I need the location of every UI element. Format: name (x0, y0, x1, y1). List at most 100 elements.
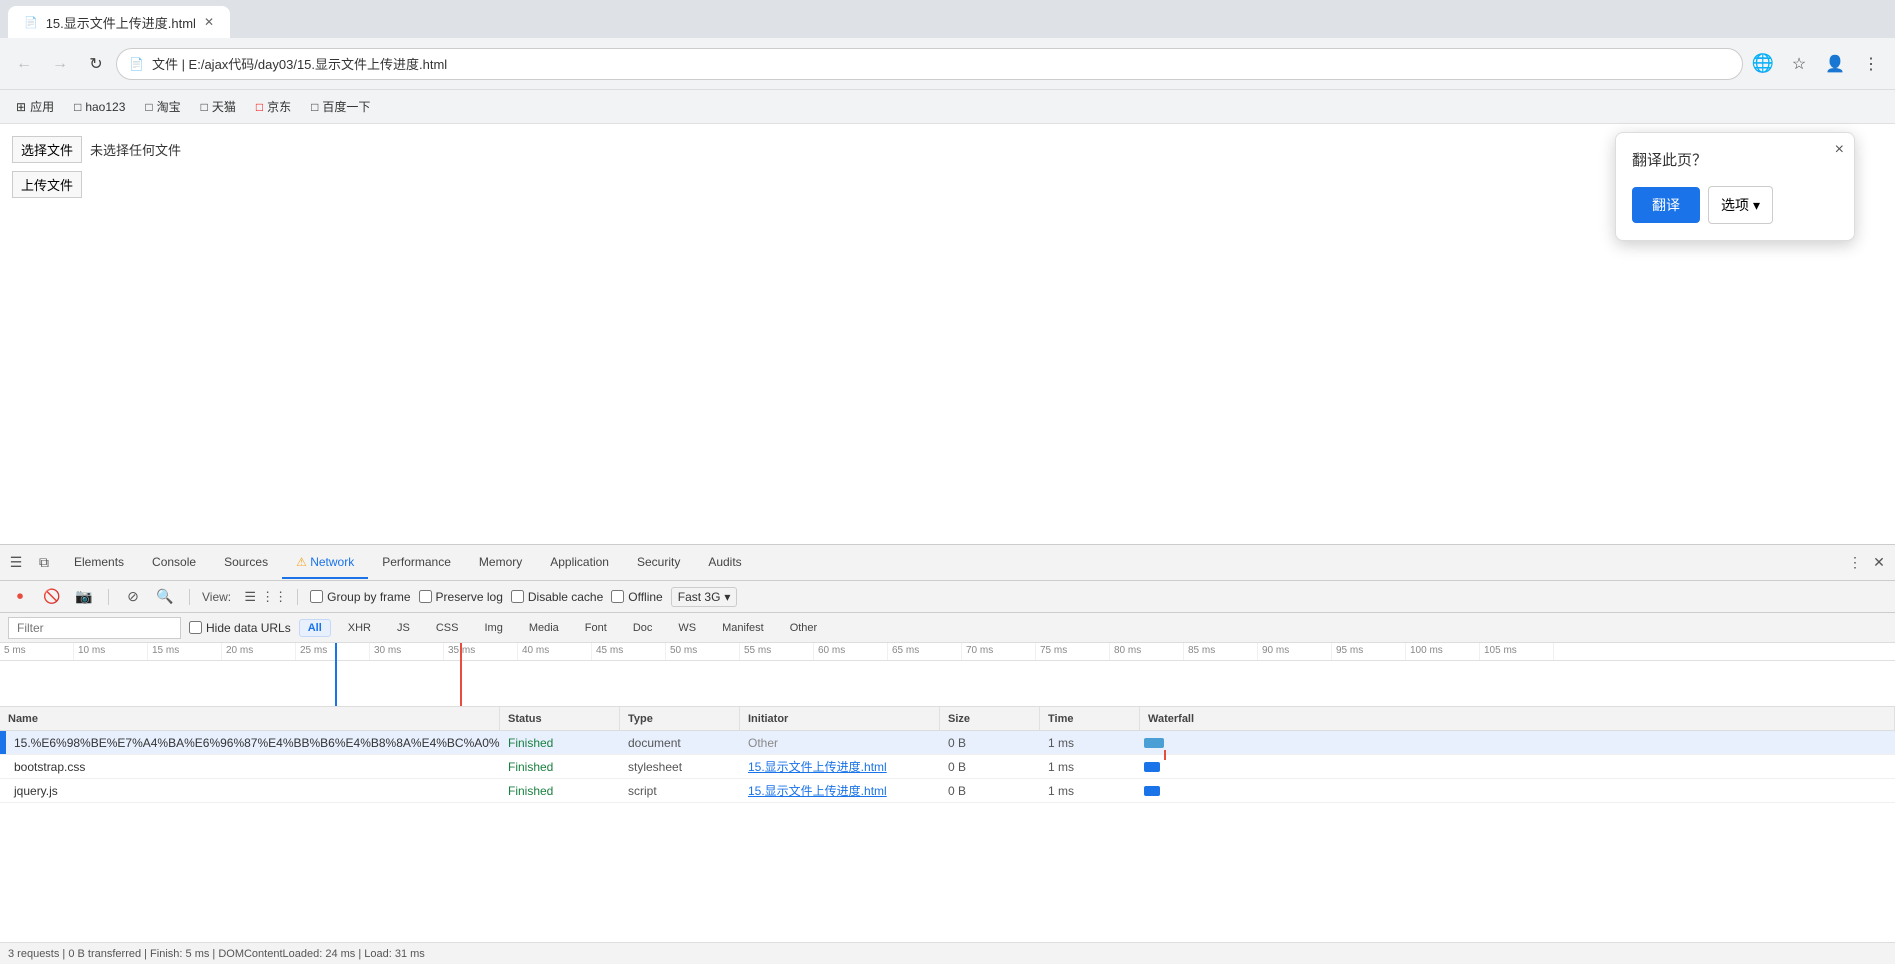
devtools-more-button[interactable]: ⋮ (1843, 551, 1867, 575)
record-button[interactable]: ⏺ (8, 585, 32, 609)
menu-icon[interactable]: ⋮ (1855, 48, 1887, 80)
fast3g-dropdown[interactable]: Fast 3G ▾ (671, 587, 738, 607)
active-tab[interactable]: 📄 15.显示文件上传进度.html ✕ (8, 6, 230, 38)
jd-icon: □ (256, 100, 263, 114)
row-initiator-2[interactable]: 15.显示文件上传进度.html (740, 758, 940, 775)
offline-checkbox-label[interactable]: Offline (611, 590, 662, 604)
filter-other[interactable]: Other (781, 619, 827, 637)
translate-icon[interactable]: 🌐 (1747, 48, 1779, 80)
upload-button[interactable]: 上传文件 (12, 171, 82, 198)
tick-50ms: 50 ms (666, 643, 740, 660)
undock-icon[interactable]: ⧉ (32, 551, 56, 575)
tab-performance[interactable]: Performance (368, 547, 465, 579)
row-status-1: Finished (500, 736, 620, 750)
list-view-button[interactable]: ☰ (239, 586, 261, 608)
filter-css[interactable]: CSS (427, 619, 468, 637)
back-button[interactable]: ← (8, 48, 40, 80)
tick-45ms: 45 ms (592, 643, 666, 660)
timeline-ruler: 5 ms 10 ms 15 ms 20 ms 25 ms 30 ms 35 ms… (0, 643, 1895, 661)
tick-105ms: 105 ms (1480, 643, 1554, 660)
bookmark-apps[interactable]: ⊞ 应用 (8, 94, 62, 119)
filter-media[interactable]: Media (520, 619, 568, 637)
table-row[interactable]: bootstrap.css Finished stylesheet 15.显示文… (0, 755, 1895, 779)
tab-audits[interactable]: Audits (694, 547, 755, 579)
offline-checkbox[interactable] (611, 590, 624, 603)
tick-100ms: 100 ms (1406, 643, 1480, 660)
dock-icon[interactable]: ☰ (4, 551, 28, 575)
forward-button[interactable]: → (44, 48, 76, 80)
reload-button[interactable]: ↻ (80, 48, 112, 80)
row-type-1: document (620, 736, 740, 750)
tab-close-icon[interactable]: ✕ (204, 15, 214, 29)
devtools-close-button[interactable]: ✕ (1867, 551, 1891, 575)
apps-label: 应用 (30, 98, 54, 115)
tab-network[interactable]: ⚠ Network (282, 547, 368, 579)
filter-font[interactable]: Font (576, 619, 616, 637)
tab-application[interactable]: Application (536, 547, 623, 579)
row-type-2: stylesheet (620, 760, 740, 774)
disable-cache-checkbox[interactable] (511, 590, 524, 603)
preserve-log-checkbox-label[interactable]: Preserve log (419, 590, 503, 604)
hao123-icon: □ (74, 100, 81, 114)
col-header-initiator[interactable]: Initiator (740, 707, 940, 730)
popup-close-button[interactable]: × (1835, 141, 1844, 159)
table-row[interactable]: jquery.js Finished script 15.显示文件上传进度.ht… (0, 779, 1895, 803)
group-by-frame-checkbox[interactable] (310, 590, 323, 603)
bookmark-jd[interactable]: □ 京东 (248, 94, 299, 119)
large-view-button[interactable]: ⋮⋮ (263, 586, 285, 608)
hide-data-urls-text: Hide data URLs (206, 621, 291, 635)
bookmark-hao123[interactable]: □ hao123 (66, 96, 133, 118)
timeline-section: 5 ms 10 ms 15 ms 20 ms 25 ms 30 ms 35 ms… (0, 643, 1895, 707)
search-icon[interactable]: 🔍 (153, 585, 177, 609)
table-row[interactable]: 15.%E6%98%BE%E7%A4%BA%E6%96%87%E4%BB%B6%… (0, 731, 1895, 755)
row-initiator-3[interactable]: 15.显示文件上传进度.html (740, 782, 940, 799)
tick-5ms: 5 ms (0, 643, 74, 660)
tick-15ms: 15 ms (148, 643, 222, 660)
tick-10ms: 10 ms (74, 643, 148, 660)
hide-data-urls-checkbox[interactable] (189, 621, 202, 634)
tab-memory[interactable]: Memory (465, 547, 536, 579)
group-by-frame-checkbox-label[interactable]: Group by frame (310, 590, 410, 604)
preserve-log-checkbox[interactable] (419, 590, 432, 603)
col-header-status[interactable]: Status (500, 707, 620, 730)
col-header-name[interactable]: Name (0, 707, 500, 730)
tab-elements[interactable]: Elements (60, 547, 138, 579)
filter-xhr[interactable]: XHR (339, 619, 380, 637)
bookmark-taobao[interactable]: □ 淘宝 (137, 94, 188, 119)
filter-ws[interactable]: WS (669, 619, 705, 637)
devtools-icon-dock: ☰ ⧉ (4, 551, 56, 575)
translate-button[interactable]: 翻译 (1632, 187, 1700, 223)
filter-img[interactable]: Img (475, 619, 511, 637)
filter-manifest[interactable]: Manifest (713, 619, 773, 637)
capture-screenshot-icon[interactable]: 📷 (72, 585, 96, 609)
bookmark-icon[interactable]: ☆ (1783, 48, 1815, 80)
devtools-status-bar: 3 requests | 0 B transferred | Finish: 5… (0, 942, 1895, 964)
filter-doc[interactable]: Doc (624, 619, 662, 637)
col-header-type[interactable]: Type (620, 707, 740, 730)
col-header-size[interactable]: Size (940, 707, 1040, 730)
timeline-red-marker (460, 643, 462, 706)
options-button[interactable]: 选项 ▾ (1708, 186, 1773, 224)
tab-security[interactable]: Security (623, 547, 694, 579)
clear-button[interactable]: 🚫 (40, 585, 64, 609)
bookmarks-bar: ⊞ 应用 □ hao123 □ 淘宝 □ 天猫 □ 京东 □ 百度一下 (0, 90, 1895, 124)
filter-input[interactable] (8, 617, 181, 639)
bookmark-baidu[interactable]: □ 百度一下 (303, 94, 378, 119)
filter-icon[interactable]: ⊘ (121, 585, 145, 609)
col-header-waterfall[interactable]: Waterfall (1140, 707, 1895, 730)
filter-js[interactable]: JS (388, 619, 419, 637)
choose-file-button[interactable]: 选择文件 (12, 136, 82, 163)
col-header-time[interactable]: Time (1040, 707, 1140, 730)
filter-all[interactable]: All (299, 619, 331, 637)
hide-data-urls-label[interactable]: Hide data URLs (189, 621, 291, 635)
network-toolbar: ⏺ 🚫 📷 ⊘ 🔍 View: ☰ ⋮⋮ Group by frame Pres… (0, 581, 1895, 613)
tick-35ms: 35 ms (444, 643, 518, 660)
browser-chrome: 📄 15.显示文件上传进度.html ✕ ← → ↻ 📄 文件 | E:/aja… (0, 0, 1895, 124)
disable-cache-checkbox-label[interactable]: Disable cache (511, 590, 603, 604)
profile-icon[interactable]: 👤 (1819, 48, 1851, 80)
popup-actions: 翻译 选项 ▾ (1632, 186, 1838, 224)
tab-sources[interactable]: Sources (210, 547, 282, 579)
tab-console[interactable]: Console (138, 547, 210, 579)
address-bar[interactable]: 📄 文件 | E:/ajax代码/day03/15.显示文件上传进度.html (116, 48, 1743, 80)
bookmark-tmall[interactable]: □ 天猫 (193, 94, 244, 119)
